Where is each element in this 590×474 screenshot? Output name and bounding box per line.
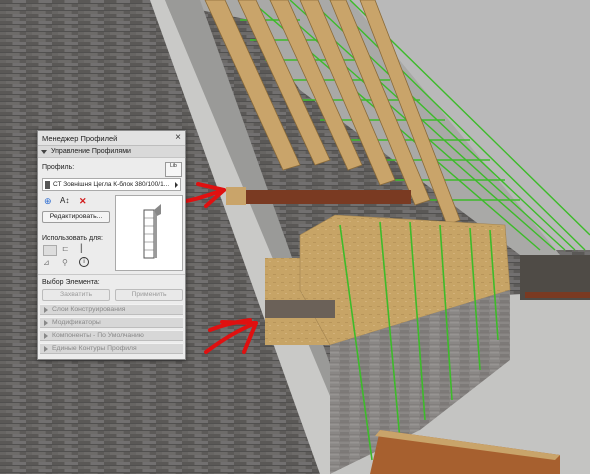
rename-icon[interactable]: A↕ bbox=[60, 196, 69, 206]
wall-icon[interactable] bbox=[43, 245, 57, 256]
profile-manager-palette: Менеджер Профилей × Управление Профилями… bbox=[37, 130, 186, 360]
palette-titlebar[interactable]: Менеджер Профилей × bbox=[38, 131, 185, 146]
divider bbox=[38, 274, 185, 275]
delete-icon[interactable]: ✕ bbox=[79, 196, 87, 206]
column-icon[interactable]: ┃ bbox=[79, 244, 84, 253]
beam-upper bbox=[226, 190, 411, 204]
add-profile-icon[interactable]: ⊕ bbox=[44, 196, 52, 206]
panel-profile-contours[interactable]: Единые Контуры Профиля bbox=[40, 343, 183, 354]
manage-profiles-label: Управление Профилями bbox=[51, 148, 131, 155]
panel-label: Компоненты - По Умолчанию bbox=[52, 332, 144, 339]
element-selection-label: Выбор Элемента: bbox=[42, 279, 100, 286]
manage-profiles-section[interactable]: Управление Профилями bbox=[38, 146, 185, 158]
palette-title: Менеджер Профилей bbox=[42, 133, 118, 143]
profile-label: Профиль: bbox=[42, 164, 75, 171]
library-icon: Lib bbox=[170, 163, 177, 169]
profile-dropdown[interactable]: СТ Зовнішня Цегла К-блок 380/100/1... bbox=[42, 178, 181, 191]
panel-label: Единые Контуры Профиля bbox=[52, 345, 137, 352]
panel-construction-layers[interactable]: Слои Конструирования bbox=[40, 304, 183, 315]
profile-type-icon bbox=[45, 180, 50, 189]
expand-down-icon bbox=[41, 149, 47, 154]
beam-lower bbox=[265, 300, 335, 318]
railing-icon[interactable]: ⚲ bbox=[62, 258, 68, 267]
panel-label: Слои Конструирования bbox=[52, 306, 126, 313]
apply-button[interactable]: Применить bbox=[115, 289, 183, 301]
profile-dropdown-value: СТ Зовнішня Цегла К-блок 380/100/1... bbox=[53, 181, 170, 188]
handrail-icon[interactable]: ⊿ bbox=[43, 258, 50, 267]
chevron-right-icon bbox=[44, 319, 48, 326]
beam-icon[interactable]: ⊏ bbox=[62, 244, 69, 253]
library-button[interactable]: Lib bbox=[165, 162, 182, 177]
chevron-right-icon bbox=[175, 181, 178, 188]
profile-preview bbox=[115, 195, 183, 271]
capture-button[interactable]: Захватить bbox=[42, 289, 110, 301]
panel-modifiers[interactable]: Модификаторы bbox=[40, 317, 183, 328]
panel-components-default[interactable]: Компоненты - По Умолчанию bbox=[40, 330, 183, 341]
use-for-label: Использовать для: bbox=[42, 235, 103, 242]
info-icon[interactable]: i bbox=[79, 257, 89, 267]
edit-button[interactable]: Редактировать... bbox=[42, 211, 110, 223]
profile-preview-graphic bbox=[143, 204, 161, 259]
chevron-right-icon bbox=[44, 332, 48, 339]
chevron-right-icon bbox=[44, 345, 48, 352]
panel-label: Модификаторы bbox=[52, 319, 101, 326]
chevron-right-icon bbox=[44, 306, 48, 313]
close-icon[interactable]: × bbox=[175, 133, 181, 143]
